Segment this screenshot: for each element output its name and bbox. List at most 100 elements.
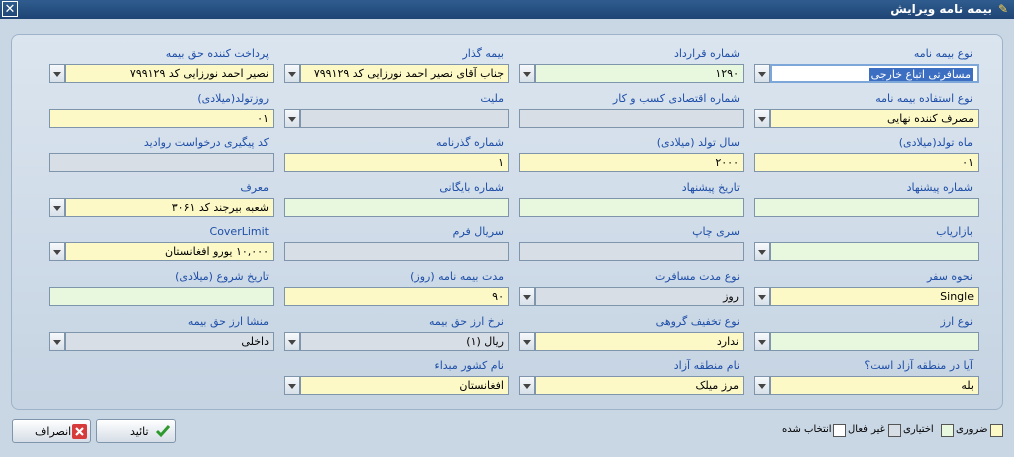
insurer-dropdown[interactable]: جناب آقای نصیر احمد نورزایی کد ۷۹۹۱۲۹ xyxy=(284,64,509,83)
form-serial-label: سریال فرم xyxy=(452,225,504,238)
confirm-button[interactable]: تائید xyxy=(96,419,176,443)
nationality-value xyxy=(300,109,509,128)
passport-no-value: ۱ xyxy=(284,153,509,172)
policy-duration-label: مدت بیمه نامه (روز) xyxy=(410,270,504,283)
marketer-dropdown[interactable] xyxy=(754,242,979,261)
chevron-down-icon[interactable] xyxy=(754,287,770,306)
travel-duration-type-value: روز xyxy=(535,287,744,306)
introducer-value: شعبه بیرجند کد ۳۰۶۱ xyxy=(65,198,274,217)
birth-month-field[interactable]: ۰۱ xyxy=(754,153,979,172)
chevron-down-icon[interactable] xyxy=(754,109,770,128)
nationality-dropdown[interactable] xyxy=(284,109,509,128)
chevron-down-icon[interactable] xyxy=(519,376,535,395)
usage-type-dropdown[interactable]: مصرف کننده نهایی xyxy=(754,109,979,128)
marketer-label: بازاریاب xyxy=(936,225,973,238)
travel-type-value: Single xyxy=(770,287,979,306)
proposal-date-field[interactable] xyxy=(519,198,744,217)
chevron-down-icon[interactable] xyxy=(754,376,770,395)
visa-tracking-value xyxy=(49,153,274,172)
birth-month-label: ماه تولد(میلادی) xyxy=(898,136,973,149)
legend-selected-label: انتخاب شده xyxy=(782,424,832,435)
birth-year-field[interactable]: ۲۰۰۰ xyxy=(519,153,744,172)
legend-required-label: ضروری xyxy=(956,424,988,435)
start-date-field[interactable] xyxy=(49,287,274,306)
premium-payer-value: نصیر احمد نورزایی کد ۷۹۹۱۲۹ xyxy=(65,64,274,83)
proposal-no-field[interactable] xyxy=(754,198,979,217)
chevron-down-icon[interactable] xyxy=(49,332,65,351)
birth-year-label: سال تولد (میلادی) xyxy=(656,136,740,149)
policy-duration-field[interactable]: ۹۰ xyxy=(284,287,509,306)
insurer-label: بیمه گذار xyxy=(462,47,504,60)
currency-type-dropdown[interactable] xyxy=(754,332,979,351)
cancel-label: انصراف xyxy=(35,425,72,438)
premium-payer-label: پرداخت کننده حق بیمه xyxy=(165,47,269,60)
title-bar: ✎ بیمه نامه ویرایش ✕ xyxy=(0,0,1014,19)
chevron-down-icon[interactable] xyxy=(284,332,300,351)
currency-type-label: نوع ارز xyxy=(940,315,973,328)
chevron-down-icon[interactable] xyxy=(49,198,65,217)
premium-origin-dropdown[interactable]: داخلی xyxy=(49,332,274,351)
birth-day-field[interactable]: ۰۱ xyxy=(49,109,274,128)
proposal-date-value xyxy=(519,198,744,217)
cover-limit-label: CoverLimit xyxy=(209,225,269,238)
passport-no-label: شماره گذرنامه xyxy=(435,136,504,149)
travel-type-dropdown[interactable]: Single xyxy=(754,287,979,306)
archive-no-label: شماره بایگانی xyxy=(439,181,504,194)
print-series-field[interactable] xyxy=(519,242,744,261)
birth-day-value: ۰۱ xyxy=(49,109,274,128)
form-serial-field[interactable] xyxy=(284,242,509,261)
cancel-button[interactable]: انصراف xyxy=(12,419,91,443)
close-button[interactable]: ✕ xyxy=(2,1,18,17)
origin-country-value: افغانستان xyxy=(300,376,509,395)
premium-payer-dropdown[interactable]: نصیر احمد نورزایی کد ۷۹۹۱۲۹ xyxy=(49,64,274,83)
free-zone-dropdown[interactable]: بله xyxy=(754,376,979,395)
chevron-down-icon[interactable] xyxy=(284,109,300,128)
currency-type-value xyxy=(770,332,979,351)
usage-type-value: مصرف کننده نهایی xyxy=(770,109,979,128)
free-zone-label: آیا در منطقه آزاد است؟ xyxy=(864,359,973,372)
group-discount-dropdown[interactable]: ندارد xyxy=(519,332,744,351)
chevron-down-icon[interactable] xyxy=(49,64,65,83)
introducer-dropdown[interactable]: شعبه بیرجند کد ۳۰۶۱ xyxy=(49,198,274,217)
legend-inactive-swatch xyxy=(888,424,901,437)
introducer-label: معرف xyxy=(240,181,269,194)
nationality-label: ملیت xyxy=(480,92,504,105)
premium-rate-dropdown[interactable]: ریال (۱) xyxy=(284,332,509,351)
checkmark-icon xyxy=(155,425,171,438)
travel-type-label: نحوه سفر xyxy=(927,270,973,283)
policy-type-value: مسافرتی اتباع خارجی xyxy=(868,68,973,81)
policy-type-dropdown[interactable]: مسافرتی اتباع خارجی xyxy=(754,64,979,83)
chevron-down-icon[interactable] xyxy=(284,376,300,395)
chevron-down-icon[interactable] xyxy=(519,287,535,306)
free-zone-name-dropdown[interactable]: مرز میلک xyxy=(519,376,744,395)
chevron-down-icon[interactable] xyxy=(754,332,770,351)
chevron-down-icon[interactable] xyxy=(519,64,535,83)
origin-country-dropdown[interactable]: افغانستان xyxy=(284,376,509,395)
birth-month-value: ۰۱ xyxy=(754,153,979,172)
archive-no-field[interactable] xyxy=(284,198,509,217)
chevron-down-icon[interactable] xyxy=(754,64,770,83)
econ-code-field[interactable] xyxy=(519,109,744,128)
premium-origin-value: داخلی xyxy=(65,332,274,351)
print-series-label: سری چاپ xyxy=(692,225,740,238)
legend-optional-label: اختیاری xyxy=(903,424,934,435)
passport-no-field[interactable]: ۱ xyxy=(284,153,509,172)
usage-type-label: نوع استفاده بیمه نامه xyxy=(875,92,973,105)
premium-rate-value: ریال (۱) xyxy=(300,332,509,351)
cover-limit-value: ۱۰,۰۰۰ یورو افغانستان xyxy=(65,242,274,261)
travel-duration-type-dropdown[interactable]: روز xyxy=(519,287,744,306)
birth-day-label: روزتولد(میلادی) xyxy=(197,92,269,105)
visa-tracking-label: کد پیگیری درخواست روادید xyxy=(143,136,269,149)
visa-tracking-field[interactable] xyxy=(49,153,274,172)
chevron-down-icon[interactable] xyxy=(519,332,535,351)
form-panel xyxy=(11,34,1003,410)
contract-no-value: ۱۲۹۰ xyxy=(535,64,744,83)
legend-selected-swatch xyxy=(833,424,846,437)
chevron-down-icon[interactable] xyxy=(284,64,300,83)
cover-limit-dropdown[interactable]: ۱۰,۰۰۰ یورو افغانستان xyxy=(49,242,274,261)
econ-code-label: شماره اقتصادی کسب و کار xyxy=(612,92,740,105)
contract-no-dropdown[interactable]: ۱۲۹۰ xyxy=(519,64,744,83)
chevron-down-icon[interactable] xyxy=(754,242,770,261)
chevron-down-icon[interactable] xyxy=(49,242,65,261)
origin-country-label: نام کشور مبداء xyxy=(434,359,504,372)
